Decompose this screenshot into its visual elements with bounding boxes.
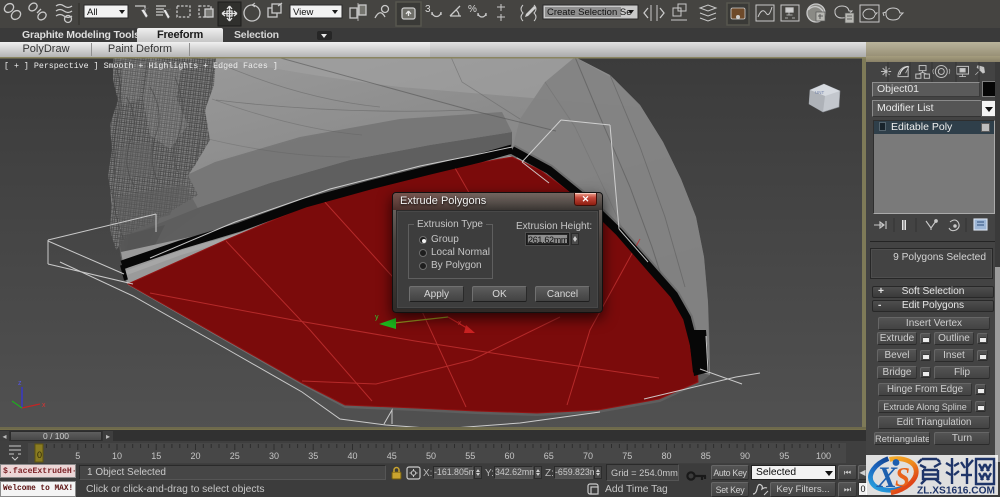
- svg-text:10: 10: [112, 451, 122, 461]
- svg-text:100: 100: [816, 451, 831, 461]
- svg-text:95: 95: [779, 451, 789, 461]
- svg-text:5: 5: [75, 451, 80, 461]
- svg-text:15: 15: [151, 451, 161, 461]
- svg-text:80: 80: [661, 451, 671, 461]
- svg-text:ZL.XS1616.COM: ZL.XS1616.COM: [917, 486, 995, 496]
- svg-text:40: 40: [347, 451, 357, 461]
- svg-text:70: 70: [583, 451, 593, 461]
- svg-text:45: 45: [387, 451, 397, 461]
- svg-text:50: 50: [426, 451, 436, 461]
- svg-text:%: %: [468, 4, 477, 15]
- svg-text:0: 0: [37, 450, 42, 460]
- svg-text:85: 85: [701, 451, 711, 461]
- svg-text:View: View: [293, 7, 314, 18]
- svg-text:90: 90: [740, 451, 750, 461]
- svg-text:35: 35: [308, 451, 318, 461]
- svg-text:55: 55: [465, 451, 475, 461]
- svg-text:All: All: [87, 7, 98, 18]
- svg-text:65: 65: [544, 451, 554, 461]
- svg-text:z: z: [18, 380, 22, 387]
- svg-text:30: 30: [269, 451, 279, 461]
- svg-text:[ + ] Perspective ] Smooth + H: [ + ] Perspective ] Smooth + Highlights …: [4, 61, 278, 71]
- svg-text:75: 75: [622, 451, 632, 461]
- svg-text:3: 3: [425, 4, 431, 15]
- svg-text:y: y: [375, 314, 379, 321]
- svg-text:25: 25: [230, 451, 240, 461]
- svg-text:UNT: UNT: [815, 90, 824, 95]
- svg-text:20: 20: [190, 451, 200, 461]
- svg-text:Create Selection Se: Create Selection Se: [547, 7, 632, 18]
- svg-text:x: x: [42, 402, 46, 409]
- svg-text:S: S: [895, 462, 910, 492]
- svg-text:x: x: [458, 320, 462, 327]
- svg-text:60: 60: [504, 451, 514, 461]
